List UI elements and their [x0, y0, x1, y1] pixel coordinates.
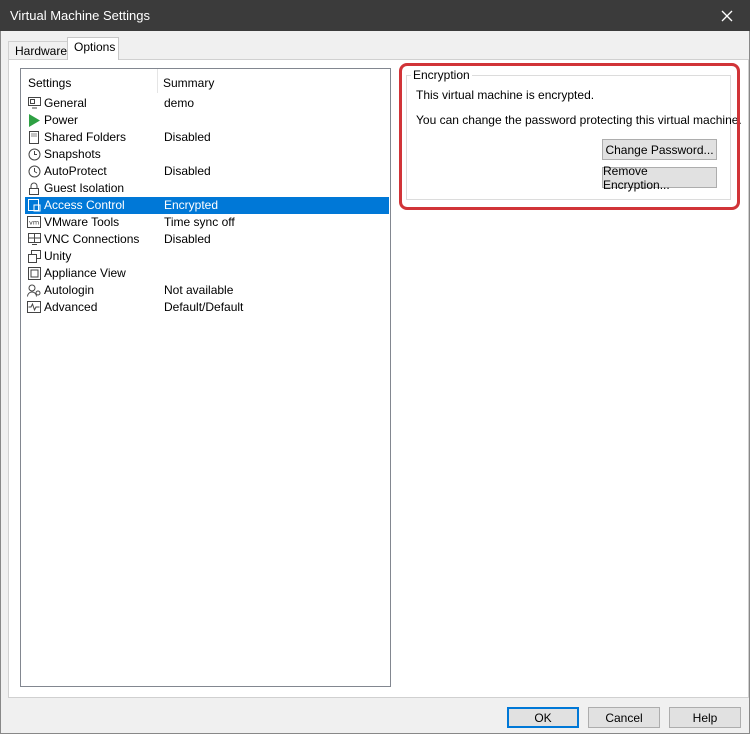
- settings-row-access-control[interactable]: Access Control Encrypted: [25, 197, 389, 214]
- close-icon: [721, 10, 733, 21]
- settings-row-label: VMware Tools: [44, 215, 120, 229]
- settings-row-advanced[interactable]: Advanced Default/Default: [25, 299, 389, 316]
- settings-row-summary: Default/Default: [164, 300, 244, 314]
- settings-list[interactable]: Settings Summary General demo Power Shar…: [20, 68, 391, 687]
- ok-button[interactable]: OK: [507, 707, 579, 728]
- list-header: Settings Summary: [21, 69, 390, 93]
- monitor-icon: [27, 96, 41, 110]
- settings-row-summary: Not available: [164, 283, 234, 297]
- tab-options[interactable]: Options: [67, 37, 119, 60]
- settings-row-autoprotect[interactable]: AutoProtect Disabled: [25, 163, 389, 180]
- settings-row-autologin[interactable]: Autologin Not available: [25, 282, 389, 299]
- settings-row-label: Advanced: [44, 300, 98, 314]
- settings-row-summary: Disabled: [164, 130, 211, 144]
- advanced-pulse-icon: [27, 300, 41, 314]
- settings-row-label: Guest Isolation: [44, 181, 125, 195]
- settings-row-label: AutoProtect: [44, 164, 107, 178]
- settings-row-guest-isolation[interactable]: Guest Isolation: [25, 180, 389, 197]
- settings-row-label: Power: [44, 113, 79, 127]
- column-header-summary[interactable]: Summary: [163, 76, 214, 90]
- help-button[interactable]: Help: [669, 707, 741, 728]
- encryption-status-text: This virtual machine is encrypted.: [416, 88, 595, 102]
- unity-icon: [27, 249, 41, 263]
- settings-row-label: Autologin: [44, 283, 95, 297]
- settings-row-shared-folders[interactable]: Shared Folders Disabled: [25, 129, 389, 146]
- lock-icon: [27, 181, 41, 195]
- vmware-tools-icon: vm: [27, 215, 41, 229]
- settings-row-label: Unity: [44, 249, 72, 263]
- settings-row-appliance-view[interactable]: Appliance View: [25, 265, 389, 282]
- autoprotect-clock-icon: [27, 164, 41, 178]
- settings-row-summary: Encrypted: [164, 198, 219, 212]
- cancel-button[interactable]: Cancel: [588, 707, 660, 728]
- change-password-button[interactable]: Change Password...: [602, 139, 717, 160]
- settings-row-summary: demo: [164, 96, 195, 110]
- settings-row-vnc-connections[interactable]: VNC Connections Disabled: [25, 231, 389, 248]
- tab-hardware[interactable]: Hardware: [8, 41, 68, 59]
- settings-row-label: Snapshots: [44, 147, 101, 161]
- snapshot-clock-icon: [27, 147, 41, 161]
- settings-row-power[interactable]: Power: [25, 112, 389, 129]
- close-button[interactable]: [704, 0, 750, 31]
- settings-row-snapshots[interactable]: Snapshots: [25, 146, 389, 163]
- settings-row-summary: Time sync off: [164, 215, 235, 229]
- settings-row-vmware-tools[interactable]: vm VMware Tools Time sync off: [25, 214, 389, 231]
- autologin-user-icon: [27, 283, 41, 297]
- access-control-icon: [27, 198, 41, 212]
- encryption-info-text: You can change the password protecting t…: [416, 113, 742, 127]
- column-divider[interactable]: [157, 69, 158, 93]
- power-play-icon: [27, 113, 41, 127]
- settings-row-label: General: [44, 96, 87, 110]
- settings-row-summary: Disabled: [164, 232, 211, 246]
- settings-row-unity[interactable]: Unity: [25, 248, 389, 265]
- settings-row-label: VNC Connections: [44, 232, 140, 246]
- window-title: Virtual Machine Settings: [10, 8, 150, 23]
- svg-text:vm: vm: [29, 219, 39, 227]
- column-header-settings[interactable]: Settings: [28, 76, 71, 90]
- vnc-connections-icon: [27, 232, 41, 246]
- remove-encryption-button[interactable]: Remove Encryption...: [602, 164, 717, 192]
- settings-row-label: Shared Folders: [44, 130, 127, 144]
- tab-options-label: Options: [74, 40, 116, 54]
- encryption-group-label: Encryption: [411, 68, 472, 82]
- appliance-view-icon: [27, 266, 41, 280]
- title-bar: Virtual Machine Settings: [0, 0, 750, 31]
- shared-folder-icon: [27, 130, 41, 144]
- settings-row-label: Appliance View: [44, 266, 126, 280]
- settings-row-general[interactable]: General demo: [25, 95, 389, 112]
- settings-row-label: Access Control: [44, 198, 125, 212]
- tab-hardware-label: Hardware: [15, 44, 68, 58]
- settings-row-summary: Disabled: [164, 164, 211, 178]
